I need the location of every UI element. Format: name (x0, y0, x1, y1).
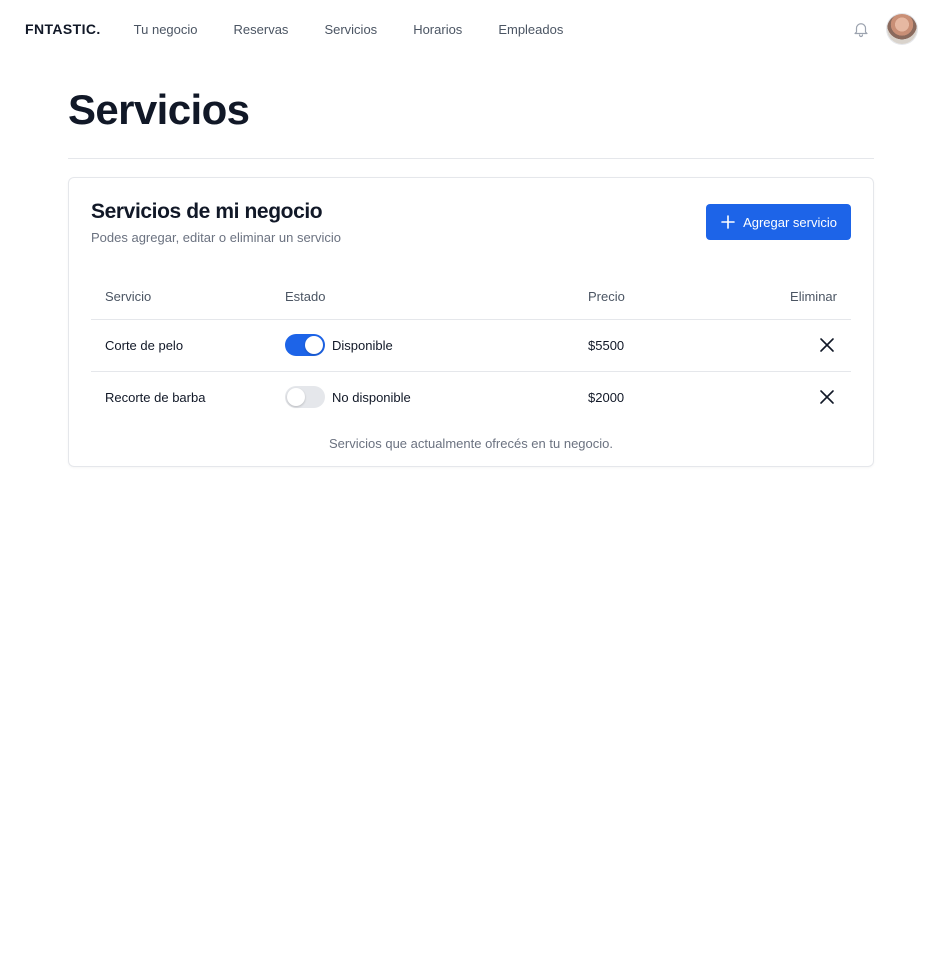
header-divider (68, 158, 874, 159)
brand-logo[interactable]: FNTASTIC. (25, 21, 101, 37)
services-card: Servicios de mi negocio Podes agregar, e… (68, 177, 874, 467)
toggle-knob (287, 388, 305, 407)
nav-actions (850, 14, 917, 44)
delete-service-button[interactable] (817, 335, 837, 355)
status-cell: No disponible (285, 386, 588, 409)
close-icon (820, 337, 834, 352)
column-header-service: Servicio (91, 275, 285, 320)
nav-link-tu-negocio[interactable]: Tu negocio (134, 22, 198, 37)
add-service-label: Agregar servicio (743, 214, 837, 230)
close-icon (820, 389, 834, 404)
table-header-row: Servicio Estado Precio Eliminar (91, 275, 851, 320)
bell-icon (854, 23, 868, 38)
table-caption: Servicios que actualmente ofrecés en tu … (328, 436, 613, 451)
nav-link-servicios[interactable]: Servicios (324, 22, 377, 37)
service-name: Corte de pelo (91, 319, 285, 372)
main-content: Servicios Servicios de mi negocio Podes … (68, 58, 874, 467)
services-table: Servicio Estado Precio Eliminar Corte de… (91, 275, 851, 423)
nav-links: Tu negocio Reservas Servicios Horarios E… (134, 22, 600, 37)
toggle-knob (305, 336, 323, 354)
service-price: $2000 (588, 389, 625, 405)
column-header-delete: Eliminar (738, 275, 851, 320)
status-label: No disponible (332, 389, 411, 405)
top-navigation: FNTASTIC. Tu negocio Reservas Servicios … (0, 0, 946, 58)
status-label: Disponible (332, 337, 393, 353)
nav-link-horarios[interactable]: Horarios (413, 22, 462, 37)
table-row: Recorte de barba No disponible $2000 (91, 371, 851, 423)
availability-toggle[interactable] (285, 386, 325, 409)
delete-service-button[interactable] (817, 387, 837, 407)
page-title: Servicios (68, 86, 250, 133)
availability-toggle[interactable] (285, 334, 325, 356)
add-service-button[interactable]: Agregar servicio (706, 204, 851, 240)
service-price: $5500 (588, 319, 738, 372)
nav-link-empleados[interactable]: Empleados (498, 22, 563, 37)
plus-icon (721, 215, 735, 229)
column-header-status: Estado (285, 275, 588, 320)
table-row: Corte de pelo Disponible $5500 (91, 319, 851, 372)
column-header-price: Precio (588, 275, 738, 320)
status-cell: Disponible (285, 334, 588, 356)
user-avatar[interactable] (887, 14, 917, 44)
service-name: Recorte de barba (105, 389, 206, 405)
notifications-button[interactable] (850, 15, 872, 43)
nav-link-reservas[interactable]: Reservas (234, 22, 289, 37)
